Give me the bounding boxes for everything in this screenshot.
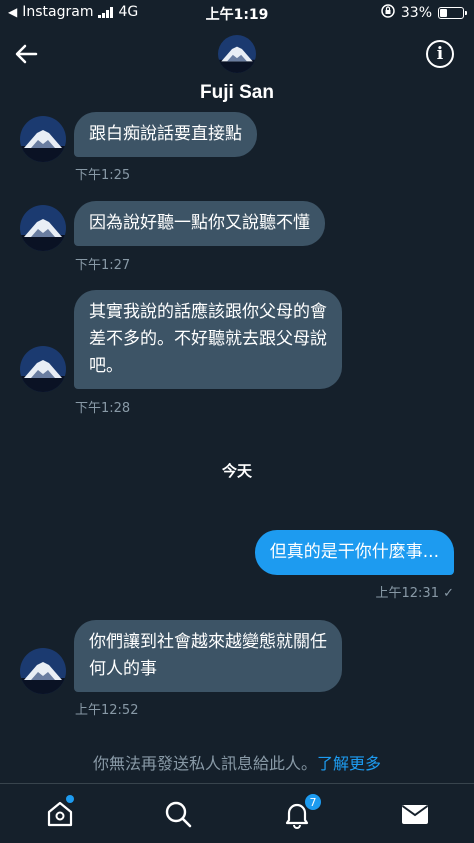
message-bubble[interactable]: 其實我說的話應該跟你父母的會 差不多的。不好聽就去跟父母說 吧。 [74,290,342,389]
conversation-header: Fuji San i [0,26,474,110]
message-timestamp: 下午1:28 [75,401,131,416]
message-bubble[interactable]: 跟白痴說話要直接點 [74,112,257,157]
dm-disabled-notice: 你無法再發送私人訊息給此人。了解更多 [0,750,474,774]
message-timestamp: 下午1:25 [75,168,131,183]
status-bar: ◀ Instagram 4G 上午1:19 33% [0,0,474,26]
message-bubble[interactable]: 你們讓到社會越來越變態就關任 何人的事 [74,620,342,692]
contact-name[interactable]: Fuji San [0,82,474,104]
message-line: 其實我說的話應該跟你父母的會 [89,302,327,322]
search-icon[interactable] [162,798,194,830]
status-right: 33% [381,4,467,22]
orientation-lock-icon [381,4,395,22]
notice-text: 你無法再發送私人訊息給此人。 [92,754,317,773]
notification-count-badge: 7 [304,793,322,811]
message-timestamp: 上午12:31 ✓ [375,586,455,601]
battery-icon [438,7,467,19]
contact-avatar[interactable] [20,205,66,251]
learn-more-link[interactable]: 了解更多 [317,754,381,773]
message-timestamp: 下午1:27 [75,258,131,273]
message-line: 差不多的。不好聽就去跟父母說 [89,329,327,349]
message-bubble[interactable]: 因為說好聽一點你又說聽不懂 [74,201,325,246]
contact-avatar[interactable] [20,346,66,392]
day-divider: 今天 [221,462,252,480]
message-text: 因為說好聽一點你又說聽不懂 [89,213,310,233]
sent-message-bubble[interactable]: 但真的是干你什麼事... [254,530,454,575]
home-new-dot [66,795,74,803]
message-timestamp: 上午12:52 [75,703,139,718]
message-line: 吧。 [89,356,123,376]
back-arrow-icon[interactable] [10,38,42,70]
messages-envelope-icon[interactable] [399,798,431,830]
contact-avatar[interactable] [20,116,66,162]
info-icon[interactable]: i [426,40,454,68]
message-text: 但真的是干你什麼事... [269,542,439,562]
battery-percent: 33% [400,5,432,21]
message-text: 跟白痴說話要直接點 [89,124,242,144]
header-avatar[interactable] [218,35,256,73]
message-line: 何人的事 [89,659,157,679]
message-line: 你們讓到社會越來越變態就關任 [89,632,327,652]
contact-avatar[interactable] [20,648,66,694]
bottom-tab-bar [0,783,474,843]
